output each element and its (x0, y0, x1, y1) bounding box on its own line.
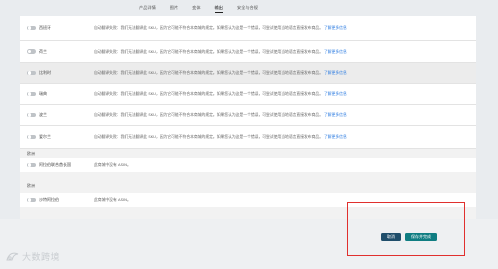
error-message: 自动翻译失败：我们无法翻译此 SKU，因为它可能不符合本商城的规定。如果您认为这… (94, 112, 323, 117)
marketplace-panel: 西班牙 自动翻译失败：我们无法翻译此 SKU，因为它可能不符合本商城的规定。如果… (20, 16, 476, 219)
marketplace-row-uae: 阿拉伯联合酋长国 此商城中没有 ASIN。 (20, 158, 476, 172)
marketplace-row-netherlands: 荷兰 自动翻译失败：我们无法翻译此 SKU，因为它可能不符合本商城的规定。如果您… (20, 41, 476, 63)
tab-images[interactable]: 图片 (170, 0, 178, 16)
marketplace-row-spain: 西班牙 自动翻译失败：我们无法翻译此 SKU，因为它可能不符合本商城的规定。如果… (20, 16, 476, 41)
marketplace-name: 比利时 (39, 70, 51, 75)
marketplace-row-ireland: 爱尔兰 自动翻译失败：我们无法翻译此 SKU，因为它可能不符合本商城的规定。如果… (20, 126, 476, 149)
marketplace-name: 西班牙 (39, 25, 51, 30)
marketplace-toggle[interactable] (27, 49, 36, 54)
marketplace-row-poland: 波兰 自动翻译失败：我们无法翻译此 SKU，因为它可能不符合本商城的规定。如果您… (20, 105, 476, 126)
marketplace-row-sweden: 瑞典 自动翻译失败：我们无法翻译此 SKU，因为它可能不符合本商城的规定。如果您… (20, 84, 476, 105)
error-message: 自动翻译失败：我们无法翻译此 SKU，因为它可能不符合本商城的规定。如果您认为这… (94, 48, 323, 54)
marketplace-name: 荷兰 (39, 48, 47, 54)
learn-more-link[interactable]: 了解更多信息 (324, 91, 347, 97)
error-message: 自动翻译失败：我们无法翻译此 SKU，因为它可能不符合本商城的规定。如果您认为这… (94, 70, 323, 75)
watermark: 大数跨境 (6, 250, 60, 263)
marketplace-toggle[interactable] (27, 162, 36, 168)
learn-more-link[interactable]: 了解更多信息 (324, 112, 347, 118)
no-asin-message: 此商城中没有 ASIN。 (94, 197, 131, 202)
marketplace-name: 瑞典 (39, 91, 47, 96)
marketplace-name: 沙特阿拉伯 (39, 197, 59, 202)
marketplace-toggle[interactable] (27, 197, 36, 203)
marketplace-name: 波兰 (39, 112, 47, 117)
learn-more-link[interactable]: 了解更多信息 (324, 70, 347, 76)
tab-product-details[interactable]: 产品详情 (139, 0, 156, 16)
learn-more-link[interactable]: 了解更多信息 (324, 49, 347, 55)
error-message: 自动翻译失败：我们无法翻译此 SKU，因为它可能不符合本商城的规定。如果您认为这… (94, 134, 323, 139)
tab-bar: 产品详情 图片 变体 输出 安全与合规 (0, 0, 498, 16)
marketplace-toggle[interactable] (27, 112, 36, 118)
error-message: 自动翻译失败：我们无法翻译此 SKU，因为它可能不符合本商城的规定。如果您认为这… (94, 25, 323, 30)
marketplace-toggle[interactable] (27, 70, 36, 76)
marketplace-row-belgium: 比利时 自动翻译失败：我们无法翻译此 SKU，因为它可能不符合本商城的规定。如果… (20, 63, 476, 84)
marketplace-name: 爱尔兰 (39, 134, 51, 139)
watermark-text: 大数跨境 (22, 253, 61, 263)
highlight-box (347, 202, 465, 256)
marketplace-toggle[interactable] (27, 91, 36, 97)
tab-safety-compliance[interactable]: 安全与合规 (237, 0, 258, 16)
region-heading: 欧洲 (27, 183, 35, 188)
watermark-logo-icon (6, 252, 19, 261)
marketplace-toggle[interactable] (27, 25, 36, 31)
tab-variations[interactable]: 变体 (192, 0, 200, 16)
error-message: 自动翻译失败：我们无法翻译此 SKU，因为它可能不符合本商城的规定。如果您认为这… (94, 91, 323, 96)
no-asin-message: 此商城中没有 ASIN。 (94, 162, 131, 167)
tab-output[interactable]: 输出 (214, 0, 224, 16)
learn-more-link[interactable]: 了解更多信息 (324, 25, 347, 31)
marketplace-name: 阿拉伯联合酋长国 (39, 162, 71, 167)
learn-more-link[interactable]: 了解更多信息 (324, 134, 347, 140)
marketplace-toggle[interactable] (27, 134, 36, 140)
region-heading: 欧洲 (27, 151, 35, 156)
